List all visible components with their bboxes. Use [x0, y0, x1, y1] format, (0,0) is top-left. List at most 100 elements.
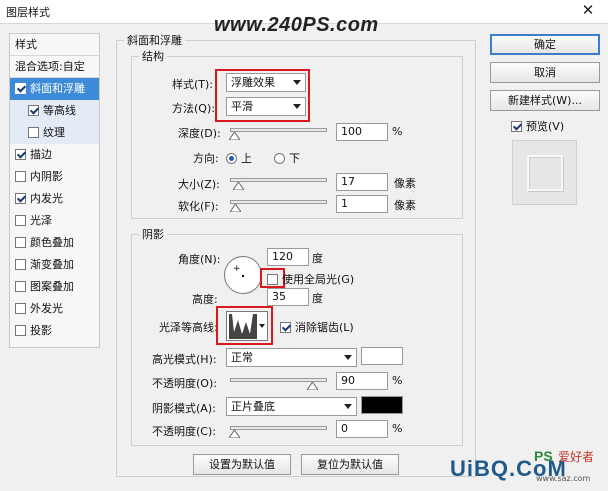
logo-ps: PS — [534, 448, 553, 464]
size-slider-thumb[interactable] — [233, 182, 244, 192]
highlight-opacity-label: 不透明度(O): — [152, 377, 217, 390]
style-item-outer-glow[interactable]: 外发光 — [10, 298, 99, 320]
soften-slider-track[interactable] — [230, 200, 327, 204]
shadow-mode-value: 正片叠底 — [231, 400, 275, 413]
reset-default-button[interactable]: 复位为默认值 — [301, 454, 399, 475]
checkbox-on-icon[interactable] — [15, 83, 26, 94]
checkbox-on-icon[interactable] — [28, 105, 39, 116]
depth-input[interactable]: 100 — [336, 123, 388, 141]
style-item-contour[interactable]: 等高线 — [10, 100, 99, 122]
checkbox-on-icon[interactable] — [15, 149, 26, 160]
contour-preview-icon — [229, 313, 257, 339]
highlight-opacity-unit: % — [392, 374, 403, 387]
style-item-inner-shadow[interactable]: 内阴影 — [10, 166, 99, 188]
style-item-label: 颜色叠加 — [30, 236, 74, 249]
checkbox-off-icon[interactable] — [15, 171, 26, 182]
checkbox-off-icon[interactable] — [15, 303, 26, 314]
shadow-color-swatch[interactable] — [361, 396, 403, 414]
checkbox-off-icon[interactable] — [15, 215, 26, 226]
style-dropdown[interactable]: 浮雕效果 — [226, 73, 306, 92]
highlight-color-swatch[interactable] — [361, 347, 403, 365]
checkbox-off-icon[interactable] — [15, 259, 26, 270]
styles-header[interactable]: 样式 — [10, 34, 99, 56]
style-item-inner-glow[interactable]: 内发光 — [10, 188, 99, 210]
logo-cn: 爱好者 — [558, 450, 595, 464]
structure-title: 结构 — [139, 48, 167, 64]
global-light-label: 使用全局光(G) — [282, 273, 355, 286]
checkbox-off-icon[interactable] — [15, 281, 26, 292]
angle-label: 角度(N): — [178, 253, 221, 266]
size-slider-track[interactable] — [230, 178, 327, 182]
bevel-emboss-title: 斜面和浮雕 — [124, 32, 185, 48]
style-item-label: 等高线 — [43, 104, 76, 117]
soften-input[interactable]: 1 — [336, 195, 388, 213]
angle-unit: 度 — [312, 252, 323, 265]
style-item-label: 内阴影 — [30, 170, 63, 183]
new-style-button[interactable]: 新建样式(W)... — [490, 90, 600, 111]
direction-down-label: 下 — [289, 152, 300, 165]
style-item-gradient-overlay[interactable]: 渐变叠加 — [10, 254, 99, 276]
preview-square — [527, 155, 563, 191]
style-item-satin[interactable]: 光泽 — [10, 210, 99, 232]
checkbox-on-icon — [511, 121, 522, 132]
chevron-down-icon — [344, 404, 352, 409]
style-dropdown-value: 浮雕效果 — [231, 76, 275, 89]
style-item-bevel[interactable]: 斜面和浮雕 — [10, 78, 99, 100]
checkbox-off-icon[interactable] — [15, 237, 26, 248]
direction-down-radio[interactable]: 下 — [274, 150, 300, 166]
style-item-label: 外发光 — [30, 302, 63, 315]
highlight-opacity-input[interactable]: 90 — [336, 372, 388, 390]
style-item-drop-shadow[interactable]: 投影 — [10, 320, 99, 342]
blend-options-item[interactable]: 混合选项:自定 — [10, 56, 99, 78]
style-item-label: 内发光 — [30, 192, 63, 205]
antialias-label: 消除锯齿(L) — [295, 321, 354, 334]
style-preview-thumbnail — [512, 140, 577, 205]
style-label: 样式(T): — [172, 78, 214, 91]
close-icon[interactable]: ✕ — [572, 0, 604, 22]
angle-input[interactable]: 120 — [267, 248, 309, 266]
soften-unit: 像素 — [394, 199, 416, 212]
checkbox-off-icon[interactable] — [28, 127, 39, 138]
style-item-texture[interactable]: 纹理 — [10, 122, 99, 144]
altitude-label: 高度: — [192, 293, 218, 306]
shading-title: 阴影 — [139, 226, 167, 242]
make-default-button[interactable]: 设置为默认值 — [193, 454, 291, 475]
chevron-down-icon — [259, 324, 265, 328]
radio-off-icon — [274, 153, 285, 164]
method-label: 方法(Q): — [172, 102, 215, 115]
watermark: www.240PS.com — [214, 14, 379, 36]
checkbox-off-icon[interactable] — [15, 325, 26, 336]
ok-button[interactable]: 确定 — [490, 34, 600, 55]
direction-up-label: 上 — [241, 152, 252, 165]
highlight-mode-dropdown[interactable]: 正常 — [226, 348, 357, 367]
svg-text:+: + — [233, 264, 241, 274]
shadow-opacity-input[interactable]: 0 — [336, 420, 388, 438]
checkbox-on-icon[interactable] — [15, 193, 26, 204]
radio-on-icon — [226, 153, 237, 164]
shadow-opacity-track[interactable] — [230, 426, 327, 430]
direction-up-radio[interactable]: 上 — [226, 150, 252, 166]
shadow-mode-dropdown[interactable]: 正片叠底 — [226, 397, 357, 416]
antialias-checkbox[interactable]: 消除锯齿(L) — [280, 319, 354, 335]
method-dropdown[interactable]: 平滑 — [226, 97, 306, 116]
style-item-label: 投影 — [30, 324, 52, 337]
shadow-opacity-unit: % — [392, 422, 403, 435]
style-item-stroke[interactable]: 描边 — [10, 144, 99, 166]
global-light-checkbox[interactable]: 使用全局光(G) — [267, 271, 354, 287]
preview-checkbox[interactable]: 预览(V) — [511, 118, 564, 134]
cancel-button[interactable]: 取消 — [490, 62, 600, 83]
gloss-contour-picker[interactable] — [226, 311, 268, 341]
depth-slider-thumb[interactable] — [229, 132, 240, 142]
altitude-input[interactable]: 35 — [267, 288, 309, 306]
style-item-color-overlay[interactable]: 颜色叠加 — [10, 232, 99, 254]
angle-dial[interactable]: + — [224, 256, 262, 294]
soften-slider-thumb[interactable] — [230, 204, 241, 214]
chevron-down-icon — [344, 355, 352, 360]
chevron-down-icon — [293, 104, 301, 109]
size-input[interactable]: 17 — [336, 173, 388, 191]
highlight-opacity-thumb[interactable] — [307, 382, 319, 392]
shadow-opacity-thumb[interactable] — [229, 430, 240, 440]
depth-slider-track[interactable] — [230, 128, 327, 132]
style-item-pattern-overlay[interactable]: 图案叠加 — [10, 276, 99, 298]
style-item-label: 渐变叠加 — [30, 258, 74, 271]
